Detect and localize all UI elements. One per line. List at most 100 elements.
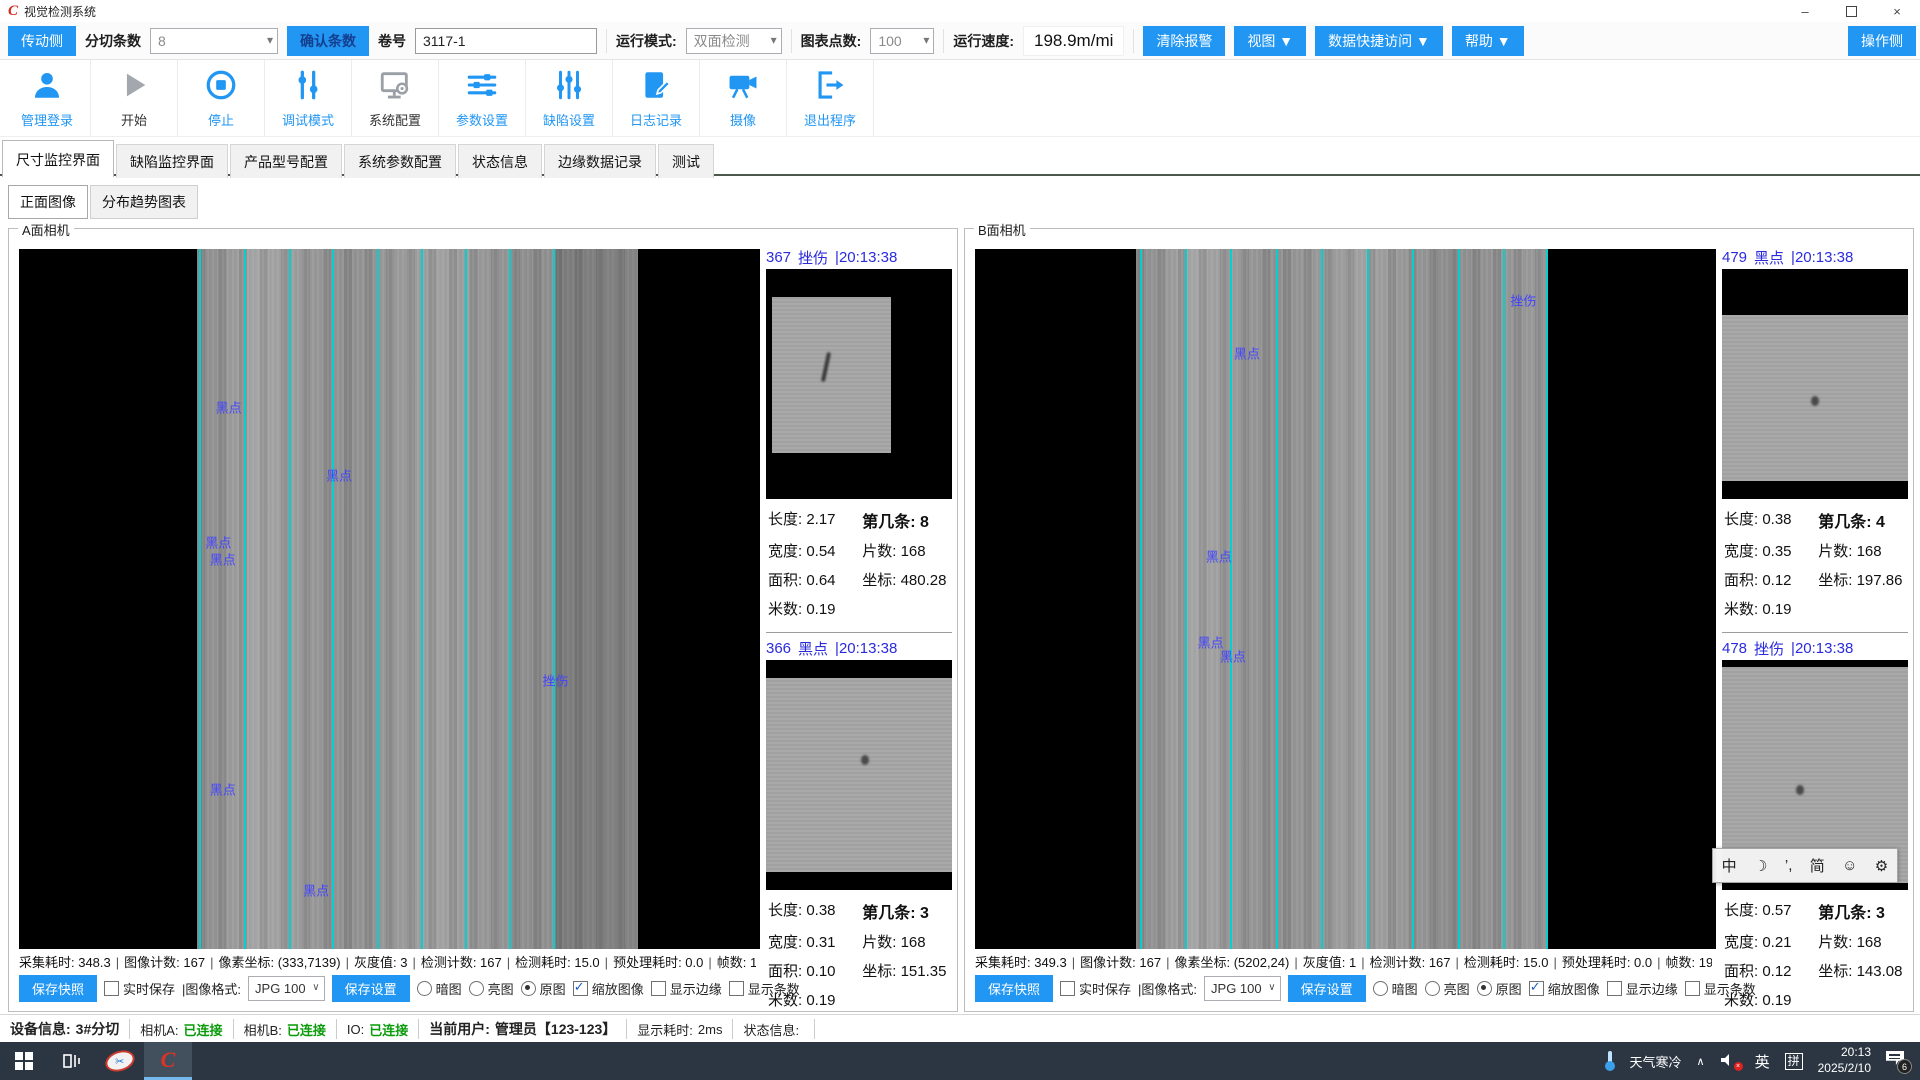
checkbox-缩放图像[interactable]: 缩放图像 [1529,979,1600,998]
snipping-tool-icon[interactable]: ✂ [96,1042,144,1080]
panel-stats: 采集耗时: 349.3|图像计数: 167|像素坐标: (5202,24)|灰度… [975,952,1712,971]
ime-punctuation-icon[interactable]: ’, [1785,857,1793,874]
minimize-button[interactable]: – [1782,0,1828,22]
thermometer-icon[interactable] [1605,1051,1615,1071]
radio-暗图[interactable]: 暗图 [417,979,462,998]
run-mode-select[interactable]: 双面检测 [686,28,782,54]
radio-暗图-label: 暗图 [1392,979,1418,998]
debug-mode[interactable]: 调试模式 [265,60,352,136]
ime-settings-gear-icon[interactable]: ⚙ [1875,857,1888,875]
confirm-count-button[interactable]: 确认条数 [287,26,369,56]
clock[interactable]: 20:13 2025/2/10 [1818,1045,1871,1076]
tab-状态信息[interactable]: 状态信息 [458,144,542,178]
system-config[interactable]: 系统配置 [352,60,439,136]
vision-app-taskbar-icon[interactable]: C [144,1042,192,1080]
radio-on[interactable] [521,981,536,996]
ime-fullwidth-moon-icon[interactable]: ☽ [1754,857,1767,875]
subtab-分布趋势图表[interactable]: 分布趋势图表 [90,185,198,219]
checkbox-off[interactable] [1607,981,1622,996]
tab-边缘数据记录[interactable]: 边缘数据记录 [544,144,656,178]
radio-off[interactable] [417,981,432,996]
checkbox-off[interactable] [651,981,666,996]
save-snapshot-button[interactable]: 保存快照 [975,975,1053,1002]
checkbox-off[interactable] [1685,981,1700,996]
admin-login[interactable]: 管理登录 [4,60,91,136]
start[interactable]: 开始 [91,60,178,136]
status-IO:: IO:已连接 [337,1019,419,1039]
chart-points-select[interactable]: 100 [870,28,934,54]
tab-测试[interactable]: 测试 [658,144,714,178]
radio-暗图[interactable]: 暗图 [1373,979,1418,998]
status-相机A:: 相机A:已连接 [130,1019,233,1039]
status-label: 状态信息: [743,1020,799,1039]
roll-number-input[interactable]: 3117-1 [415,28,597,54]
log-record[interactable]: 日志记录 [613,60,700,136]
language-indicator[interactable]: 英 [1755,1051,1770,1072]
ime-emoji-icon[interactable]: ☺ [1842,857,1857,874]
defect-card[interactable]: 366 黑点 |20:13:38 长度: 0.38第几条: 3宽度: 0.31片… [766,632,952,1010]
checkbox-on[interactable] [1529,981,1544,996]
stat-预处理耗时: 预处理耗时: 0.0 [1562,955,1652,970]
checkbox-显示边缘[interactable]: 显示边缘 [1607,979,1678,998]
clear-alarm-button[interactable]: 清除报警 [1143,26,1225,56]
checkbox-显示边缘[interactable]: 显示边缘 [651,979,722,998]
tray-chevron-icon[interactable]: ∧ [1697,1055,1705,1068]
radio-原图[interactable]: 原图 [1477,979,1522,998]
subtab-正面图像[interactable]: 正面图像 [8,185,88,219]
radio-off[interactable] [1425,981,1440,996]
ime-simplified[interactable]: 简 [1810,855,1825,876]
stop[interactable]: 停止 [178,60,265,136]
stat-检测耗时: 检测耗时: 15.0 [1464,955,1549,970]
radio-off[interactable] [1373,981,1388,996]
defect-thumbnail [1722,269,1908,499]
save-snapshot-button[interactable]: 保存快照 [19,975,97,1002]
stat-separator: | [1166,955,1169,970]
checkbox-显示条数[interactable]: 显示条数 [1685,979,1756,998]
realtime-save-checkbox[interactable]: 实时保存 [104,979,175,998]
realtime-save-checkbox[interactable]: 实时保存 [1060,979,1131,998]
defect-settings[interactable]: 缺陷设置 [526,60,613,136]
defect-label-黑点: 黑点 [1220,646,1246,665]
exit-program[interactable]: 退出程序 [787,60,874,136]
radio-亮图[interactable]: 亮图 [1425,979,1470,998]
data-quick-access-button[interactable]: 数据快捷访问 ▼ [1315,26,1443,56]
checkbox-缩放图像[interactable]: 缩放图像 [573,979,644,998]
param-settings[interactable]: 参数设置 [439,60,526,136]
mute-badge: × [1734,1062,1743,1071]
ime-indicator[interactable]: 拼 [1785,1053,1803,1070]
tab-系统参数配置[interactable]: 系统参数配置 [344,144,456,178]
save-settings-button[interactable]: 保存设置 [1288,975,1366,1002]
notification-center-icon[interactable]: 6 [1886,1051,1908,1071]
radio-off[interactable] [469,981,484,996]
checkbox-off[interactable] [1060,981,1075,996]
defect-card[interactable]: 367 挫伤 |20:13:38 长度: 2.17第几条: 8宽度: 0.54片… [766,247,952,619]
operator-side-button[interactable]: 操作侧 [1848,26,1916,56]
radio-原图[interactable]: 原图 [521,979,566,998]
defect-card[interactable]: 478 挫伤 |20:13:38 长度: 0.57第几条: 3宽度: 0.21片… [1722,632,1908,1010]
image-format-select[interactable]: JPG 100 [248,976,325,1001]
tab-产品型号配置[interactable]: 产品型号配置 [230,144,342,178]
save-settings-button[interactable]: 保存设置 [332,975,410,1002]
close-button[interactable]: × [1874,0,1920,22]
checkbox-off[interactable] [104,981,119,996]
restore-button[interactable] [1828,0,1874,22]
capture[interactable]: 摄像 [700,60,787,136]
image-format-select[interactable]: JPG 100 [1204,976,1281,1001]
radio-on[interactable] [1477,981,1492,996]
tab-尺寸监控界面[interactable]: 尺寸监控界面 [2,140,114,177]
task-view-icon[interactable] [48,1042,96,1080]
view-menu-button[interactable]: 视图 ▼ [1234,26,1306,56]
ime-mode-chinese[interactable]: 中 [1722,855,1737,876]
checkbox-显示条数[interactable]: 显示条数 [729,979,800,998]
param-settings-label: 参数设置 [456,110,508,129]
checkbox-off[interactable] [729,981,744,996]
slit-count-select[interactable]: 8 [150,28,278,54]
start-button[interactable] [0,1042,48,1080]
help-menu-button[interactable]: 帮助 ▼ [1452,26,1524,56]
radio-亮图[interactable]: 亮图 [469,979,514,998]
drive-side-button[interactable]: 传动侧 [8,26,76,56]
defect-card[interactable]: 479 黑点 |20:13:38 长度: 0.38第几条: 4宽度: 0.35片… [1722,247,1908,619]
checkbox-on[interactable] [573,981,588,996]
tab-缺陷监控界面[interactable]: 缺陷监控界面 [116,144,228,178]
speaker-muted-icon[interactable]: × [1720,1053,1740,1069]
